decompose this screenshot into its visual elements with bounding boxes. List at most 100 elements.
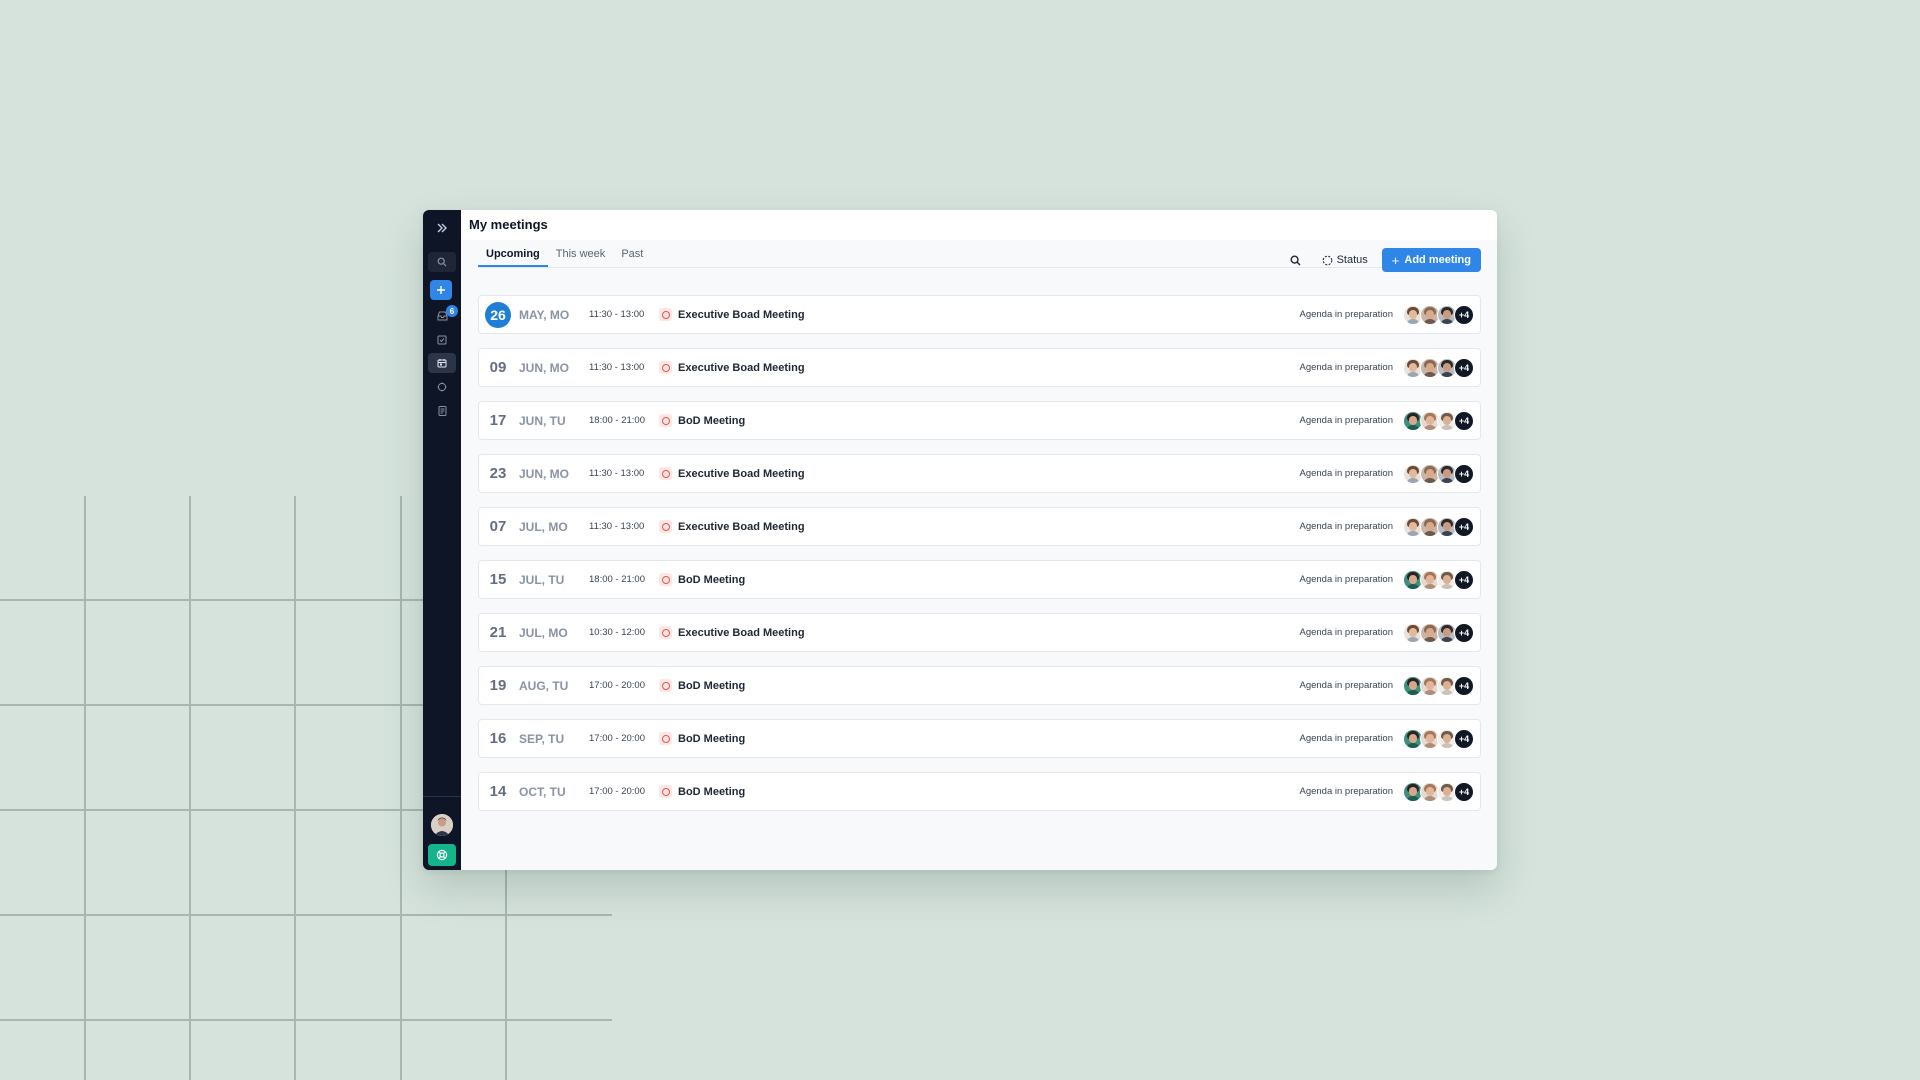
meeting-row[interactable]: 15 JUL, TU 18:00 - 21:00 BoD Meeting Agenda … bbox=[478, 560, 1481, 599]
meeting-row[interactable]: 17 JUN, TU 18:00 - 21:00 BoD Meeting Agenda … bbox=[478, 401, 1481, 440]
meeting-title[interactable]: BoD Meeting bbox=[678, 786, 745, 798]
meeting-day: 19 bbox=[489, 677, 507, 694]
attendee-avatars[interactable]: +4 bbox=[1403, 464, 1474, 484]
plus-icon: + bbox=[1391, 252, 1400, 268]
sidebar-create-button[interactable] bbox=[430, 280, 452, 300]
page-title: My meetings bbox=[469, 217, 548, 232]
meeting-day: 15 bbox=[489, 571, 507, 588]
meeting-row[interactable]: 26 MAY, MO 11:30 - 13:00 Executive Boad Mee… bbox=[478, 295, 1481, 334]
attendee-avatars[interactable]: +4 bbox=[1403, 358, 1474, 378]
more-attendees-badge[interactable]: +4 bbox=[1454, 570, 1474, 590]
status-filter-button[interactable]: Status bbox=[1322, 254, 1368, 266]
meeting-title[interactable]: Executive Boad Meeting bbox=[678, 468, 805, 480]
plus-icon bbox=[437, 286, 445, 294]
attendee-avatars[interactable]: +4 bbox=[1403, 570, 1474, 590]
meeting-month-weekday: JUL, MO bbox=[519, 625, 568, 640]
more-attendees-badge[interactable]: +4 bbox=[1454, 623, 1474, 643]
more-attendees-badge[interactable]: +4 bbox=[1454, 411, 1474, 431]
attendee-avatars[interactable]: +4 bbox=[1403, 517, 1474, 537]
meeting-day: 26 bbox=[485, 301, 511, 328]
meeting-row[interactable]: 16 SEP, TU 17:00 - 20:00 BoD Meeting Agenda … bbox=[478, 719, 1481, 758]
lifebuoy-icon bbox=[436, 849, 448, 861]
meeting-day: 23 bbox=[489, 465, 507, 482]
more-attendees-badge[interactable]: +4 bbox=[1454, 676, 1474, 696]
meeting-list: 26 MAY, MO 11:30 - 13:00 Executive Boad Mee… bbox=[478, 295, 1481, 825]
meeting-month-weekday: JUN, MO bbox=[519, 466, 570, 481]
attendee-avatars[interactable]: +4 bbox=[1403, 729, 1474, 749]
more-attendees-badge[interactable]: +4 bbox=[1454, 464, 1474, 484]
meeting-title[interactable]: BoD Meeting bbox=[678, 680, 745, 692]
sidebar-item-meetings[interactable] bbox=[428, 353, 456, 373]
add-meeting-button[interactable]: + Add meeting bbox=[1381, 248, 1481, 272]
attendee-avatars[interactable]: +4 bbox=[1403, 411, 1474, 431]
meeting-title[interactable]: Executive Boad Meeting bbox=[678, 521, 805, 533]
meeting-title[interactable]: BoD Meeting bbox=[678, 733, 745, 745]
meeting-status: Agenda in preparation bbox=[1299, 627, 1394, 638]
meeting-status: Agenda in preparation bbox=[1299, 415, 1394, 426]
search-icon bbox=[437, 257, 447, 267]
meeting-title[interactable]: Executive Boad Meeting bbox=[678, 309, 805, 321]
help-button[interactable] bbox=[428, 844, 456, 866]
meeting-title[interactable]: Executive Boad Meeting bbox=[678, 362, 805, 374]
meeting-time: 11:30 - 13:00 bbox=[589, 521, 645, 532]
sidebar-divider bbox=[423, 796, 461, 797]
user-avatar[interactable] bbox=[431, 814, 453, 836]
meeting-day: 07 bbox=[489, 518, 507, 535]
meeting-title[interactable]: BoD Meeting bbox=[678, 415, 745, 427]
meeting-row[interactable]: 23 JUN, MO 11:30 - 13:00 Executive Boad Mee… bbox=[478, 454, 1481, 493]
sidebar: 6 bbox=[423, 210, 461, 870]
meeting-month-weekday: JUL, TU bbox=[519, 572, 565, 587]
meeting-type-icon bbox=[659, 626, 672, 639]
meeting-day: 16 bbox=[489, 730, 507, 747]
tab-upcoming[interactable]: Upcoming bbox=[478, 246, 548, 267]
meeting-status: Agenda in preparation bbox=[1299, 680, 1394, 691]
meeting-time: 10:30 - 12:00 bbox=[589, 627, 645, 638]
meeting-type-icon bbox=[659, 732, 672, 745]
meeting-type-icon bbox=[659, 679, 672, 692]
meeting-status: Agenda in preparation bbox=[1299, 468, 1394, 479]
meeting-time: 17:00 - 20:00 bbox=[589, 786, 645, 797]
meeting-time: 11:30 - 13:00 bbox=[589, 362, 645, 373]
tab-this-week[interactable]: This week bbox=[548, 246, 614, 267]
more-attendees-badge[interactable]: +4 bbox=[1454, 729, 1474, 749]
expand-sidebar-button[interactable] bbox=[428, 218, 456, 238]
search-icon bbox=[1290, 254, 1301, 265]
sidebar-item-goals[interactable] bbox=[428, 377, 456, 397]
search-button[interactable] bbox=[1286, 250, 1306, 270]
sidebar-item-documents[interactable] bbox=[428, 401, 456, 421]
tab-past[interactable]: Past bbox=[613, 246, 651, 267]
toolbar: Status + Add meeting bbox=[1286, 248, 1481, 272]
sidebar-search-button[interactable] bbox=[428, 252, 456, 272]
meeting-title[interactable]: Executive Boad Meeting bbox=[678, 627, 805, 639]
more-attendees-badge[interactable]: +4 bbox=[1454, 305, 1474, 325]
meeting-row[interactable]: 14 OCT, TU 17:00 - 20:00 BoD Meeting Agenda … bbox=[478, 772, 1481, 811]
sidebar-item-tasks[interactable] bbox=[428, 330, 456, 350]
attendee-avatars[interactable]: +4 bbox=[1403, 782, 1474, 802]
meeting-month-weekday: JUN, TU bbox=[519, 413, 566, 428]
more-attendees-badge[interactable]: +4 bbox=[1454, 358, 1474, 378]
more-attendees-badge[interactable]: +4 bbox=[1454, 517, 1474, 537]
meeting-type-icon bbox=[659, 573, 672, 586]
meeting-month-weekday: OCT, TU bbox=[519, 784, 566, 799]
meeting-type-icon bbox=[659, 361, 672, 374]
meeting-time: 11:30 - 13:00 bbox=[589, 468, 645, 479]
meeting-row[interactable]: 07 JUL, MO 11:30 - 13:00 Executive Boad Mee… bbox=[478, 507, 1481, 546]
meeting-row[interactable]: 09 JUN, MO 11:30 - 13:00 Executive Boad Mee… bbox=[478, 348, 1481, 387]
meeting-time: 17:00 - 20:00 bbox=[589, 733, 645, 744]
calendar-icon bbox=[437, 359, 447, 368]
meeting-row[interactable]: 19 AUG, TU 17:00 - 20:00 BoD Meeting Agenda … bbox=[478, 666, 1481, 705]
meeting-row[interactable]: 21 JUL, MO 10:30 - 12:00 Executive Boad Mee… bbox=[478, 613, 1481, 652]
more-attendees-badge[interactable]: +4 bbox=[1454, 782, 1474, 802]
checkbox-icon bbox=[437, 335, 447, 345]
meeting-month-weekday: MAY, MO bbox=[519, 307, 570, 322]
attendee-avatars[interactable]: +4 bbox=[1403, 305, 1474, 325]
attendee-avatars[interactable]: +4 bbox=[1403, 623, 1474, 643]
meeting-status: Agenda in preparation bbox=[1299, 733, 1394, 744]
meeting-day: 14 bbox=[489, 783, 507, 800]
meeting-title[interactable]: BoD Meeting bbox=[678, 574, 745, 586]
meeting-month-weekday: SEP, TU bbox=[519, 731, 565, 746]
person-icon bbox=[431, 814, 453, 836]
meeting-type-icon bbox=[659, 785, 672, 798]
attendee-avatars[interactable]: +4 bbox=[1403, 676, 1474, 696]
meeting-day: 17 bbox=[489, 412, 507, 429]
